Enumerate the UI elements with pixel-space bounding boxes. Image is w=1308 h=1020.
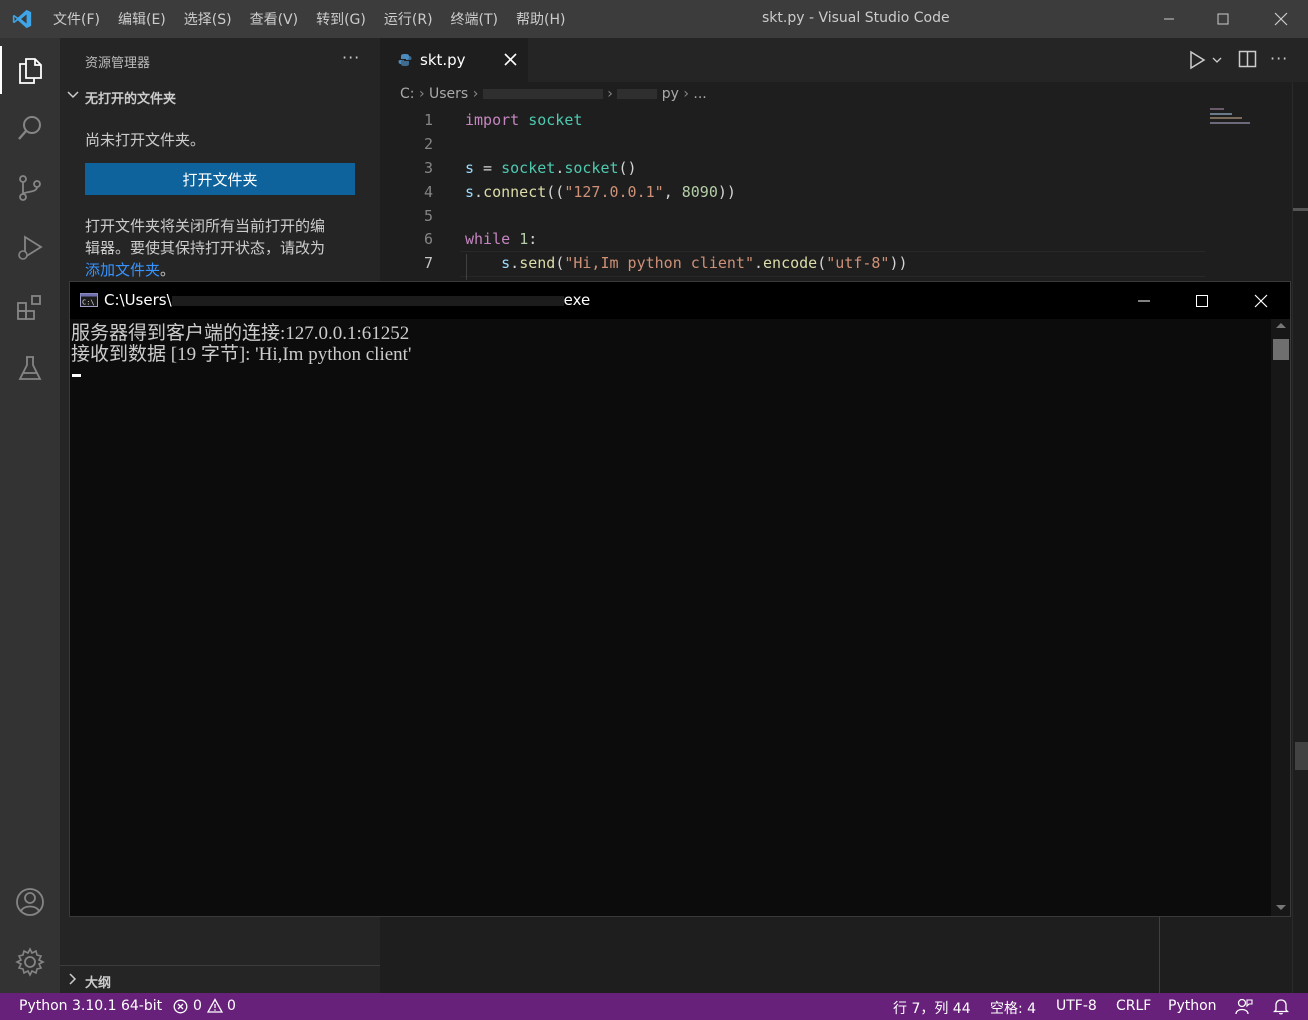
activity-bar bbox=[0, 38, 60, 993]
run-debug-icon[interactable] bbox=[0, 222, 60, 274]
tab-skt-py[interactable]: skt.py bbox=[380, 38, 528, 82]
chevron-down-icon[interactable] bbox=[66, 88, 80, 102]
menu-selection[interactable]: 选择(S) bbox=[175, 9, 241, 29]
error-icon[interactable] bbox=[173, 999, 188, 1014]
line-ending[interactable]: CRLF bbox=[1116, 998, 1151, 1014]
extensions-icon[interactable] bbox=[0, 282, 60, 334]
breadcrumb-drive[interactable]: C: bbox=[400, 86, 415, 102]
menu-help[interactable]: 帮助(H) bbox=[507, 9, 574, 29]
menu-run[interactable]: 运行(R) bbox=[375, 9, 442, 29]
line-number: 4 bbox=[423, 183, 433, 201]
close-window-button[interactable] bbox=[1252, 0, 1308, 38]
testing-icon[interactable] bbox=[0, 342, 60, 394]
console-maximize-button[interactable] bbox=[1173, 282, 1231, 319]
redacted-filename bbox=[617, 89, 658, 99]
console-cursor bbox=[72, 374, 81, 377]
breadcrumb-users[interactable]: Users bbox=[429, 86, 468, 102]
error-count[interactable]: 0 bbox=[193, 998, 202, 1014]
line-number: 2 bbox=[423, 135, 433, 153]
split-editor-icon[interactable] bbox=[1238, 50, 1258, 68]
description-end: 。 bbox=[160, 261, 176, 279]
chevron-right-icon[interactable] bbox=[66, 972, 80, 986]
vscode-logo-icon bbox=[11, 8, 33, 30]
python-interpreter[interactable]: Python 3.10.1 64-bit bbox=[19, 998, 162, 1014]
sidebar-header: 资源管理器 bbox=[85, 56, 151, 71]
source-control-icon[interactable] bbox=[0, 162, 60, 214]
manage-gear-icon[interactable] bbox=[0, 936, 60, 988]
run-icon[interactable] bbox=[1188, 50, 1222, 70]
bell-icon[interactable] bbox=[1273, 998, 1289, 1015]
indentation[interactable]: 空格: 4 bbox=[990, 998, 1036, 1018]
search-icon[interactable] bbox=[0, 102, 60, 154]
menu-bar: 文件(F) 编辑(E) 选择(S) 查看(V) 转到(G) 运行(R) 终端(T… bbox=[44, 0, 574, 38]
menu-edit[interactable]: 编辑(E) bbox=[109, 9, 175, 29]
console-title: C:\Users\ exe bbox=[104, 291, 591, 309]
ruler-line bbox=[1159, 917, 1160, 993]
cursor-position[interactable]: 行 7，列 44 bbox=[893, 998, 971, 1018]
outline-title[interactable]: 大纲 bbox=[85, 972, 111, 991]
divider bbox=[60, 965, 380, 966]
breadcrumb-ellipsis[interactable]: ... bbox=[693, 86, 706, 102]
description-line2: 辑器。要使其保持打开状态，请改为 bbox=[85, 239, 326, 257]
code-line-7[interactable]: s.send("Hi,Im python client".encode("utf… bbox=[465, 254, 907, 272]
account-icon[interactable] bbox=[0, 876, 60, 928]
feedback-icon[interactable] bbox=[1235, 998, 1253, 1015]
line-number-current: 7 bbox=[423, 254, 433, 272]
tab-label: skt.py bbox=[420, 51, 466, 69]
add-folder-link[interactable]: 添加文件夹 bbox=[85, 261, 160, 279]
section-title[interactable]: 无打开的文件夹 bbox=[85, 88, 176, 107]
breadcrumb-file[interactable]: py bbox=[662, 86, 679, 102]
menu-file[interactable]: 文件(F) bbox=[44, 9, 109, 29]
console-title-bar: C:\ C:\Users\ exe bbox=[70, 282, 1290, 319]
empty-message: 尚未打开文件夹。 bbox=[85, 131, 206, 149]
menu-go[interactable]: 转到(G) bbox=[307, 9, 375, 29]
language-mode[interactable]: Python bbox=[1168, 998, 1217, 1014]
console-minimize-button[interactable] bbox=[1115, 282, 1173, 319]
window-title: skt.py - Visual Studio Code bbox=[762, 10, 950, 26]
line-number: 6 bbox=[423, 230, 433, 248]
code-line-6[interactable]: while 1: bbox=[465, 230, 537, 248]
console-close-button[interactable] bbox=[1232, 282, 1290, 319]
console-output-line: 接收到数据 [19 字节]: 'Hi,Im python client' bbox=[71, 344, 412, 365]
editor-scrollbar[interactable] bbox=[1292, 82, 1308, 993]
svg-text:C:\: C:\ bbox=[82, 299, 95, 307]
minimap[interactable] bbox=[1210, 108, 1260, 130]
code-line-1[interactable]: import socket bbox=[465, 111, 582, 129]
line-number: 1 bbox=[423, 111, 433, 129]
status-bar: Python 3.10.1 64-bit 0 0 行 7，列 44 空格: 4 … bbox=[0, 993, 1308, 1020]
editor-more-actions-icon[interactable]: ··· bbox=[1270, 49, 1288, 68]
warning-count[interactable]: 0 bbox=[227, 998, 236, 1014]
maximize-button[interactable] bbox=[1194, 0, 1252, 38]
menu-view[interactable]: 查看(V) bbox=[241, 9, 308, 29]
warning-icon[interactable] bbox=[207, 998, 223, 1013]
minimize-button[interactable] bbox=[1140, 0, 1198, 38]
breadcrumb: C: › Users › › py › ... bbox=[400, 86, 707, 102]
description: 打开文件夹将关闭所有当前打开的编 辑器。要使其保持打开状态，请改为 添加文件夹。 bbox=[85, 215, 375, 281]
code-line-3[interactable]: s = socket.socket() bbox=[465, 159, 637, 177]
encoding[interactable]: UTF-8 bbox=[1056, 998, 1097, 1014]
console-window[interactable]: C:\ C:\Users\ exe 服务器得到客户端的连接:127.0.0.1:6… bbox=[69, 281, 1291, 917]
explorer-icon[interactable] bbox=[0, 44, 60, 96]
line-number: 5 bbox=[423, 207, 433, 225]
console-icon: C:\ bbox=[80, 293, 98, 307]
redacted-segment bbox=[482, 89, 603, 99]
close-icon[interactable] bbox=[504, 53, 517, 66]
redacted-path bbox=[171, 295, 564, 306]
open-folder-button[interactable]: 打开文件夹 bbox=[85, 163, 355, 195]
title-bar: 文件(F) 编辑(E) 选择(S) 查看(V) 转到(G) 运行(R) 终端(T… bbox=[0, 0, 1308, 38]
console-scrollbar[interactable] bbox=[1271, 319, 1290, 916]
more-actions-icon[interactable]: ··· bbox=[342, 48, 360, 67]
line-number: 3 bbox=[423, 159, 433, 177]
code-line-4[interactable]: s.connect(("127.0.0.1", 8090)) bbox=[465, 183, 736, 201]
menu-terminal[interactable]: 终端(T) bbox=[442, 9, 507, 29]
description-line1: 打开文件夹将关闭所有当前打开的编 bbox=[85, 217, 326, 235]
python-file-icon bbox=[398, 53, 412, 67]
